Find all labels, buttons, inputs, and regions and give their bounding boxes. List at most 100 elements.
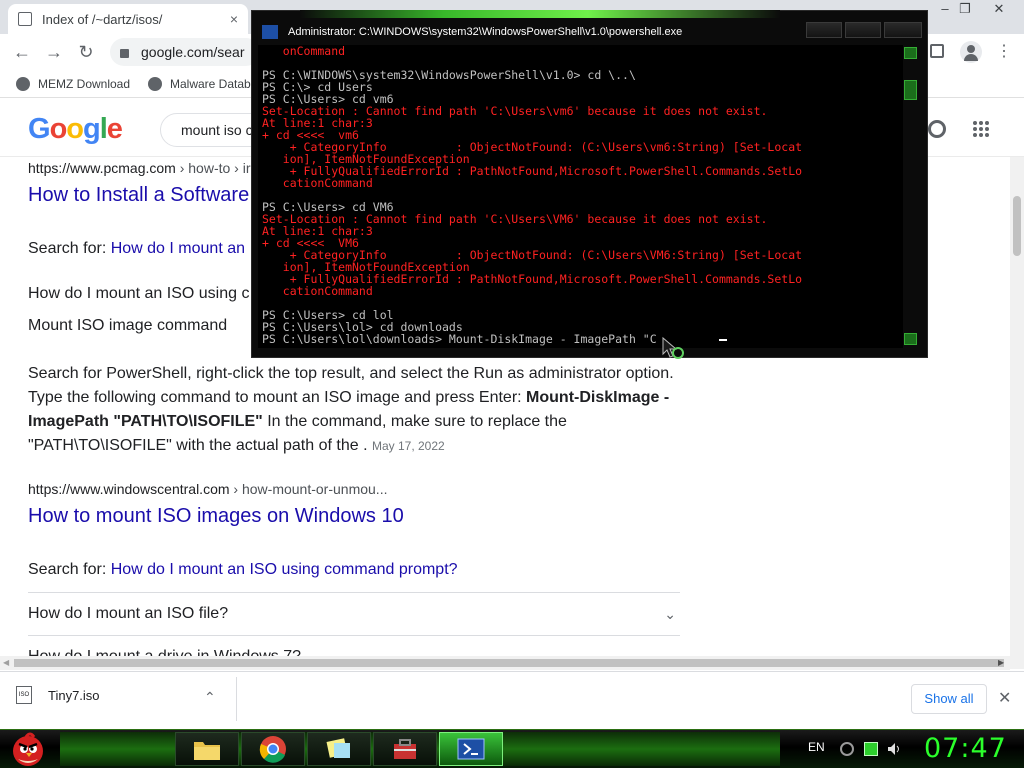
chevron-up-icon[interactable]: ⌃ bbox=[204, 689, 216, 706]
globe-icon bbox=[16, 77, 30, 91]
network-icon[interactable] bbox=[864, 742, 878, 756]
close-icon[interactable]: ✕ bbox=[998, 688, 1011, 708]
toolbox-icon bbox=[394, 739, 416, 759]
powershell-title: Administrator: C:\WINDOWS\system32\Windo… bbox=[288, 26, 683, 38]
snippet-line: Type the following command to mount an I… bbox=[28, 389, 669, 407]
result-url: https://www.windowscentral.com › how-mou… bbox=[28, 481, 387, 497]
powershell-icon bbox=[262, 25, 278, 39]
horizontal-scroll-thumb[interactable] bbox=[14, 659, 1004, 667]
address-bar[interactable]: google.com/sear bbox=[110, 38, 260, 66]
ps-maximize-button[interactable] bbox=[845, 22, 881, 38]
taskbar-explorer-button[interactable] bbox=[175, 732, 239, 766]
search-for-line: Search for: How do I mount an ISO using … bbox=[28, 561, 458, 579]
snippet-line: Search for PowerShell, right-click the t… bbox=[28, 365, 674, 382]
download-divider bbox=[236, 677, 237, 721]
menu-kebab-icon[interactable]: ⋮ bbox=[994, 42, 1014, 62]
result-url: https://www.pcmag.com › how-to › ir bbox=[28, 160, 251, 176]
lock-icon bbox=[120, 48, 129, 58]
search-for-line: Search for: How do I mount an bbox=[28, 240, 245, 258]
page-icon bbox=[18, 12, 32, 26]
result-title-link[interactable]: How to Install a Software bbox=[28, 184, 249, 207]
speaker-icon[interactable] bbox=[887, 742, 901, 756]
powershell-icon bbox=[457, 738, 485, 760]
taskbar-notes-button[interactable] bbox=[307, 732, 371, 766]
ps-close-button[interactable] bbox=[884, 22, 922, 38]
ps-scroll-up-icon[interactable] bbox=[904, 47, 917, 59]
address-text: google.com/sear bbox=[141, 44, 245, 60]
taskbar-toolbox-button[interactable] bbox=[373, 732, 437, 766]
bookmark-memz[interactable]: MEMZ Download bbox=[16, 77, 130, 91]
download-item[interactable]: ISO Tiny7.iso bbox=[16, 686, 100, 704]
console-error-line: cationCommand bbox=[262, 284, 373, 298]
result-title-link[interactable]: How to mount ISO images on Windows 10 bbox=[28, 505, 404, 528]
browser-tab[interactable]: Index of /~dartz/isos/ × bbox=[8, 4, 248, 34]
snippet-plain: In the command, make sure to replace the bbox=[262, 413, 567, 430]
faq-question: How do I mount a drive in Windows 7? bbox=[28, 648, 301, 656]
scroll-right-arrow-icon[interactable]: ▶ bbox=[998, 658, 1004, 667]
sticky-notes-icon bbox=[326, 738, 350, 758]
sidepanel-icon[interactable] bbox=[930, 44, 944, 58]
download-shelf bbox=[0, 671, 1024, 729]
clock: 07:47 bbox=[924, 733, 1007, 764]
search-for-label: Search for: bbox=[28, 240, 111, 257]
iso-file-icon: ISO bbox=[16, 686, 32, 704]
window-glow bbox=[300, 10, 780, 18]
reload-icon[interactable]: ↻ bbox=[76, 42, 96, 62]
profile-avatar[interactable] bbox=[960, 41, 982, 63]
close-window-button[interactable]: ✕ bbox=[984, 0, 1014, 18]
vertical-scroll-thumb[interactable] bbox=[1013, 196, 1021, 256]
snippet-line: "PATH\TO\ISOFILE" with the actual path o… bbox=[28, 437, 445, 455]
download-filename: Tiny7.iso bbox=[48, 687, 100, 703]
apps-grid-icon[interactable] bbox=[972, 120, 990, 138]
search-for-label: Search for: bbox=[28, 561, 111, 578]
bookmark-label: Malware Datab bbox=[170, 77, 251, 91]
start-button-angry-bird-icon[interactable] bbox=[6, 729, 50, 768]
chevron-down-icon: ⌄ bbox=[664, 648, 676, 656]
ps-scroll-down-icon[interactable] bbox=[904, 333, 917, 345]
mouse-pointer-icon bbox=[661, 336, 685, 360]
snippet-plain: "PATH\TO\ISOFILE" with the actual path o… bbox=[28, 437, 368, 454]
console-error-line: onCommand bbox=[262, 45, 346, 58]
result-subheading: Mount ISO image command bbox=[28, 317, 228, 334]
text-cursor bbox=[719, 339, 727, 341]
close-tab-icon[interactable]: × bbox=[230, 11, 238, 27]
scroll-left-arrow-icon[interactable]: ◀ bbox=[3, 658, 9, 667]
ps-scroll-thumb[interactable] bbox=[904, 80, 917, 100]
folder-icon bbox=[194, 742, 220, 760]
chevron-down-icon: ⌄ bbox=[664, 605, 676, 622]
result-domain: https://www.pcmag.com bbox=[28, 160, 176, 176]
forward-arrow-icon[interactable]: → bbox=[44, 42, 64, 62]
powershell-console[interactable]: onCommand PS C:\WINDOWS\system32\WindowsP… bbox=[258, 45, 903, 348]
snippet-line: ImagePath "PATH\TO\ISOFILE" In the comma… bbox=[28, 413, 567, 431]
snippet-bold: Mount-DiskImage - bbox=[526, 389, 670, 406]
snippet-bold: ImagePath "PATH\TO\ISOFILE" bbox=[28, 413, 263, 430]
console-error-line: cationCommand bbox=[262, 176, 373, 190]
result-text: How do I mount an ISO using c bbox=[28, 285, 250, 302]
show-all-button[interactable]: Show all bbox=[911, 684, 987, 714]
bookmark-malware[interactable]: Malware Datab bbox=[148, 77, 251, 91]
back-arrow-icon[interactable]: ← bbox=[12, 42, 32, 62]
result-domain: https://www.windowscentral.com bbox=[28, 481, 230, 497]
maximize-button[interactable]: ❐ bbox=[950, 0, 980, 18]
ps-minimize-button[interactable] bbox=[806, 22, 842, 38]
search-for-link[interactable]: How do I mount an ISO using command prom… bbox=[111, 561, 458, 578]
taskbar-chrome-button[interactable] bbox=[241, 732, 305, 766]
result-date: May 17, 2022 bbox=[371, 439, 445, 453]
taskbar-powershell-button[interactable] bbox=[439, 732, 503, 766]
faq-item[interactable]: How do I mount an ISO file? ⌄ bbox=[28, 592, 680, 635]
action-center-icon[interactable] bbox=[840, 742, 854, 756]
settings-gear-icon[interactable] bbox=[928, 120, 946, 138]
faq-item[interactable]: How do I mount a drive in Windows 7? ⌄ bbox=[28, 635, 680, 656]
chrome-icon bbox=[259, 736, 286, 763]
snippet-plain: Type the following command to mount an I… bbox=[28, 389, 527, 406]
globe-icon bbox=[148, 77, 162, 91]
language-indicator[interactable]: EN bbox=[808, 740, 825, 754]
result-breadcrumb: › how-mount-or-unmou... bbox=[229, 481, 388, 497]
result-breadcrumb: › how-to › ir bbox=[175, 160, 251, 176]
tab-title: Index of /~dartz/isos/ bbox=[42, 11, 163, 27]
google-logo[interactable]: Google bbox=[28, 113, 123, 146]
console-line: PS C:\Users\lol\downloads> Mount-DiskIma… bbox=[262, 332, 657, 346]
faq-question: How do I mount an ISO file? bbox=[28, 605, 229, 622]
bookmark-label: MEMZ Download bbox=[38, 77, 131, 91]
search-for-link[interactable]: How do I mount an bbox=[111, 240, 245, 257]
